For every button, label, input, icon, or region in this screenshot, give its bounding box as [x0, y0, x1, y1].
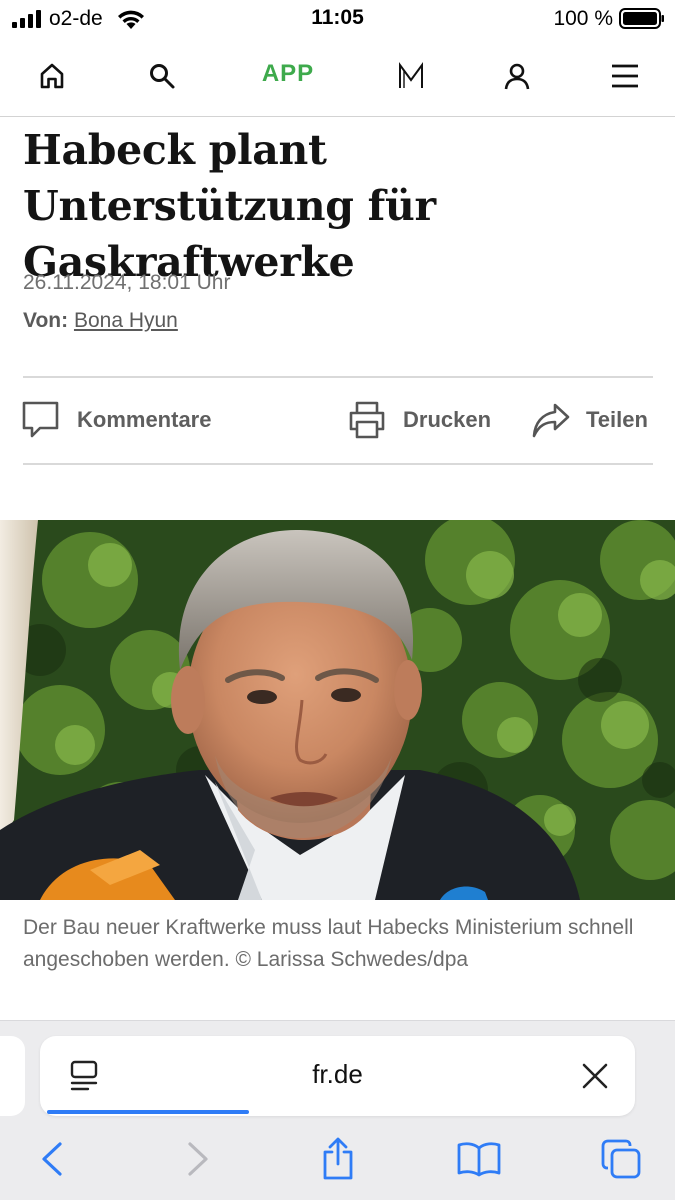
print-button[interactable]: Drucken: [348, 400, 491, 440]
share-button[interactable]: Teilen: [531, 400, 648, 440]
byline-prefix: Von:: [23, 309, 69, 332]
comments-button[interactable]: Kommentare: [22, 400, 211, 440]
app-link[interactable]: APP: [246, 60, 330, 88]
author-link[interactable]: Bona Hyun: [74, 309, 178, 332]
article-date: 26.11.2024, 18:01 Uhr: [23, 271, 231, 294]
divider-top: [23, 376, 653, 378]
printer-icon: [349, 401, 385, 439]
print-label: Drucken: [403, 407, 492, 432]
byline: Von: Bona Hyun: [23, 309, 178, 333]
fr-logo-icon[interactable]: [393, 58, 429, 94]
battery-percentage: 100 %: [553, 7, 613, 30]
share-label: Teilen: [586, 407, 648, 432]
divider-bottom: [23, 463, 653, 465]
comment-icon: [22, 401, 59, 438]
comments-label: Kommentare: [77, 407, 212, 432]
address-bar[interactable]: fr.de: [40, 1036, 635, 1116]
page-load-progress: [47, 1110, 249, 1114]
back-icon[interactable]: [28, 1135, 76, 1183]
bookmarks-icon[interactable]: [455, 1135, 503, 1183]
site-header: APP: [0, 40, 675, 117]
search-icon[interactable]: [144, 58, 180, 94]
article-photo: [0, 520, 675, 900]
share-arrow-icon: [532, 403, 570, 438]
home-icon[interactable]: [34, 58, 70, 94]
battery-full-icon: [619, 8, 664, 29]
previous-tab-preview[interactable]: [0, 1036, 25, 1116]
status-bar: o2-de 11:05 100 %: [0, 0, 675, 40]
url-text[interactable]: fr.de: [40, 1059, 635, 1090]
tabs-icon[interactable]: [597, 1135, 645, 1183]
photo-caption: Der Bau neuer Kraftwerke muss laut Habec…: [23, 916, 634, 971]
forward-icon[interactable]: [174, 1135, 222, 1183]
close-icon[interactable]: [580, 1061, 610, 1091]
user-icon[interactable]: [499, 58, 535, 94]
share-icon[interactable]: [314, 1135, 362, 1183]
article-headline: Habeck plant Unterstützung für Gaskraftw…: [23, 126, 436, 286]
menu-icon[interactable]: [607, 58, 643, 94]
